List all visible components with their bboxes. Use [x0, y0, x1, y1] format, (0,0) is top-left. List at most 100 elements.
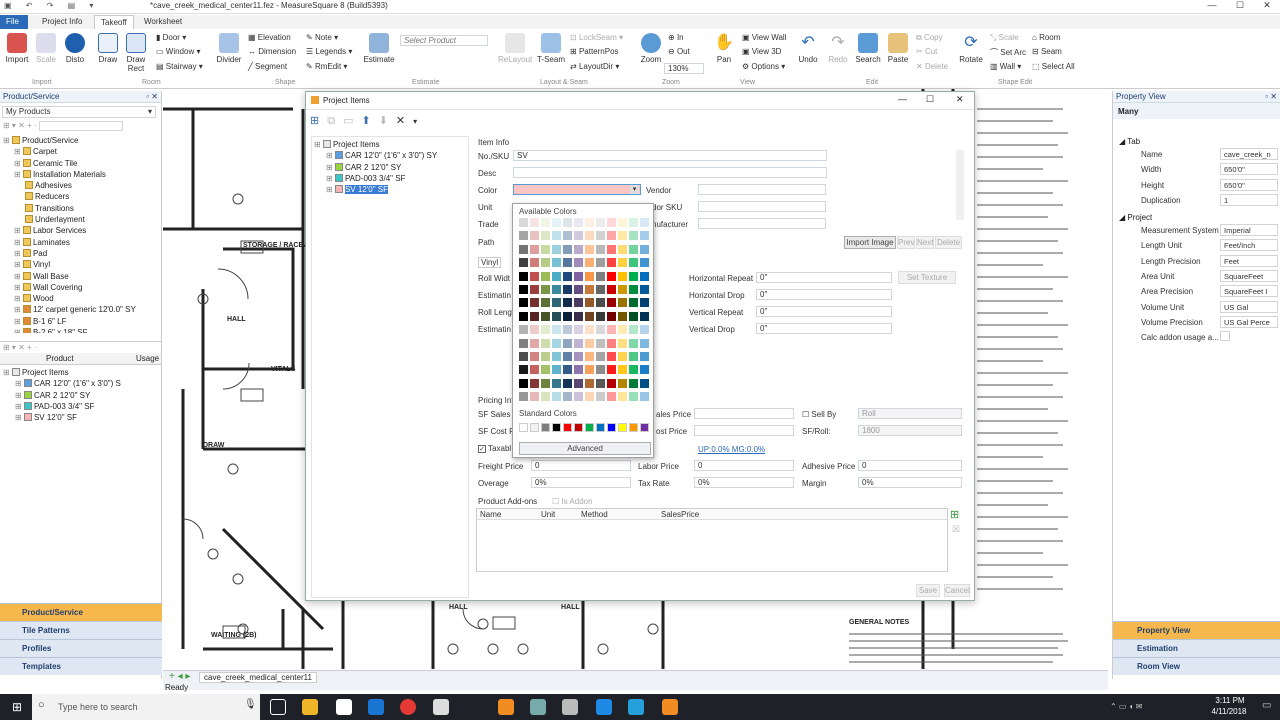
- select-product-dropdown[interactable]: Select Product: [400, 35, 488, 46]
- color-swatch[interactable]: [596, 392, 605, 402]
- nav-tile-patterns[interactable]: Tile Patterns: [0, 621, 162, 639]
- expand-icon[interactable]: ⊞: [326, 151, 335, 160]
- color-swatch[interactable]: [552, 392, 561, 402]
- arrow-up-icon[interactable]: ⬆: [361, 115, 378, 127]
- project-items-root[interactable]: ⊞ Project Items: [3, 367, 158, 378]
- tree-item[interactable]: ⊞ Product/Service: [3, 135, 158, 146]
- seam-button[interactable]: ⊟ Seam: [1032, 47, 1062, 56]
- standard-color-swatch[interactable]: [596, 423, 605, 432]
- property-row[interactable]: Volume Precision US Gal Perce: [1113, 315, 1280, 330]
- color-swatch[interactable]: [585, 271, 594, 281]
- color-swatch[interactable]: [596, 271, 605, 281]
- color-swatch[interactable]: [563, 352, 572, 361]
- copy-button[interactable]: ⧉ Copy: [916, 33, 943, 43]
- expand-icon[interactable]: ⊞: [15, 379, 24, 388]
- tree-item[interactable]: ⊞ Carpet: [3, 146, 158, 157]
- tree-item[interactable]: ⊞ Labor Services: [3, 225, 158, 236]
- vendor-dropdown[interactable]: [698, 184, 826, 195]
- note-button[interactable]: ✎ Note ▾: [306, 33, 338, 42]
- view-3d-button[interactable]: ▣ View 3D: [742, 47, 781, 56]
- standard-color-swatch[interactable]: [541, 423, 550, 432]
- cancel-button[interactable]: Cancel: [944, 584, 970, 597]
- color-swatch[interactable]: [530, 244, 539, 254]
- color-swatch[interactable]: [519, 285, 528, 294]
- color-swatch[interactable]: [585, 352, 594, 361]
- vertical-drop-input[interactable]: 0": [756, 323, 892, 334]
- color-swatch[interactable]: [607, 365, 616, 375]
- estimate-button[interactable]: Estimate: [362, 33, 396, 64]
- color-swatch[interactable]: [618, 378, 627, 388]
- color-swatch[interactable]: [541, 258, 550, 268]
- tree-item[interactable]: ⊞ Installation Materials: [3, 169, 158, 180]
- color-swatch[interactable]: [618, 338, 627, 348]
- expand-icon[interactable]: ⊞: [3, 368, 12, 377]
- zoom-out-button[interactable]: ⊖ Out: [668, 47, 690, 56]
- color-swatch[interactable]: [629, 285, 638, 294]
- expand-icon[interactable]: ⊞: [14, 305, 23, 314]
- color-swatch[interactable]: [541, 231, 550, 241]
- color-swatch[interactable]: [585, 298, 594, 308]
- shape-scale-button[interactable]: ⤡ Scale: [990, 33, 1019, 43]
- project-section-toggle[interactable]: ◢ Project: [1119, 213, 1152, 222]
- color-swatch[interactable]: [552, 311, 561, 321]
- file-explorer-icon[interactable]: [302, 699, 318, 715]
- expand-icon[interactable]: ⊞: [14, 226, 23, 235]
- color-swatch[interactable]: [574, 218, 583, 227]
- nav-room-view[interactable]: Room View: [1113, 657, 1280, 675]
- close-icon[interactable]: ▫ ✕: [1265, 92, 1277, 101]
- quick-access-toolbar[interactable]: ▣ ↶ ↷ ▤ ▾: [4, 1, 99, 10]
- color-swatch[interactable]: [519, 352, 528, 361]
- color-swatch[interactable]: [519, 392, 528, 402]
- scale-button[interactable]: Scale: [34, 33, 58, 64]
- tree-item[interactable]: Underlayment: [3, 214, 158, 225]
- color-swatch[interactable]: [530, 311, 539, 321]
- color-swatch[interactable]: [607, 298, 616, 308]
- notification-icon[interactable]: ▭: [1262, 700, 1271, 711]
- color-swatch[interactable]: [629, 231, 638, 241]
- layoutdir-button[interactable]: ⇄ LayoutDir ▾: [570, 62, 619, 71]
- color-swatch[interactable]: [640, 338, 649, 348]
- tax-rate-input[interactable]: 0%: [694, 477, 794, 488]
- horizontal-repeat-input[interactable]: 0": [756, 272, 892, 283]
- sku-input[interactable]: SV: [513, 150, 827, 161]
- measuresquare-icon[interactable]: [628, 699, 644, 715]
- color-swatch[interactable]: [618, 325, 627, 335]
- expand-icon[interactable]: ⊞: [14, 238, 23, 247]
- color-swatch[interactable]: [563, 271, 572, 281]
- available-colors-grid[interactable]: [519, 218, 651, 408]
- color-swatch[interactable]: [563, 365, 572, 375]
- expand-icon[interactable]: ⊞: [14, 294, 23, 303]
- color-swatch[interactable]: [585, 285, 594, 294]
- color-swatch[interactable]: [585, 392, 594, 402]
- overage-input[interactable]: 0%: [531, 477, 631, 488]
- window-button[interactable]: ▭ Window ▾: [156, 47, 200, 56]
- taxable-checkbox[interactable]: ✓ Taxabl: [478, 444, 511, 453]
- tree-item[interactable]: ⊞ Wood: [3, 293, 158, 304]
- tab-takeoff[interactable]: Takeoff: [94, 15, 134, 29]
- color-swatch[interactable]: [519, 258, 528, 268]
- color-swatch[interactable]: [574, 311, 583, 321]
- zoom-in-button[interactable]: ⊕ In: [668, 33, 684, 42]
- color-swatch[interactable]: [607, 352, 616, 361]
- close-icon[interactable]: ✕: [396, 115, 413, 127]
- project-item[interactable]: ⊞ PAD-003 3/4" SF: [314, 173, 466, 184]
- color-swatch[interactable]: [640, 325, 649, 335]
- color-swatch[interactable]: [618, 218, 627, 227]
- color-swatch[interactable]: [640, 271, 649, 281]
- paste-button[interactable]: Paste: [884, 33, 912, 64]
- project-items-root[interactable]: ⊞ Project Items: [314, 139, 466, 150]
- vertical-repeat-input[interactable]: 0": [756, 306, 892, 317]
- color-swatch[interactable]: [640, 285, 649, 294]
- lockseam-button[interactable]: ⊡ LockSeam ▾: [570, 33, 623, 42]
- color-swatch[interactable]: [530, 258, 539, 268]
- property-value[interactable]: SquareFeet I: [1220, 285, 1278, 298]
- color-swatch[interactable]: [629, 244, 638, 254]
- taskbar-search[interactable]: ○ Type here to search 🎙: [32, 694, 260, 720]
- color-swatch[interactable]: [563, 218, 572, 227]
- expand-icon[interactable]: ⊞: [326, 163, 335, 172]
- color-swatch[interactable]: [629, 298, 638, 308]
- color-swatch[interactable]: [574, 392, 583, 402]
- tree-item[interactable]: ⊞ 12' carpet generic 12'0.0" SY: [3, 304, 158, 315]
- property-value[interactable]: SquareFeet: [1220, 269, 1278, 282]
- property-value[interactable]: Feet: [1220, 254, 1278, 267]
